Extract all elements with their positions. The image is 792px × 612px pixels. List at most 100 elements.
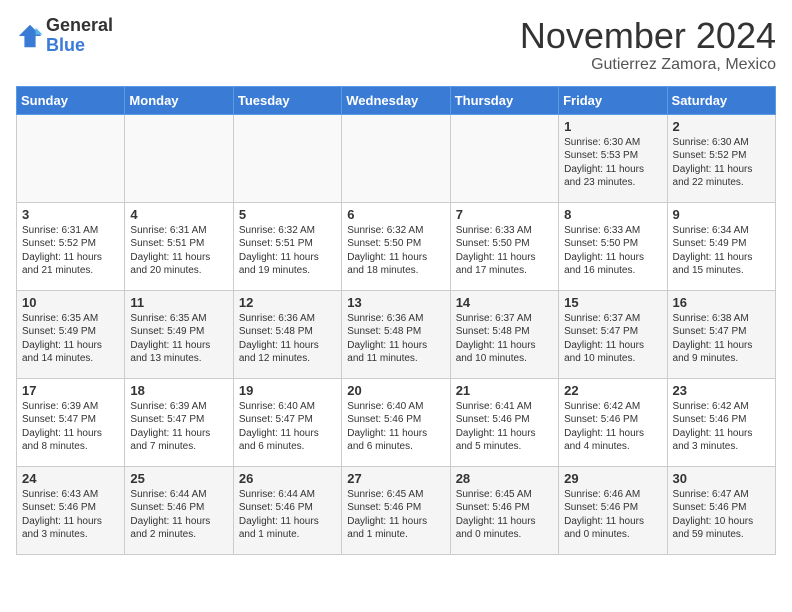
day-info: Sunrise: 6:44 AMSunset: 5:46 PMDaylight:… <box>130 488 227 542</box>
day-cell: 11Sunrise: 6:35 AMSunset: 5:49 PMDayligh… <box>125 290 233 378</box>
day-cell: 22 Sunrise: 6:42 AMSunset: 5:46 PMDayligh… <box>559 378 667 466</box>
header-cell-friday: Friday <box>559 86 667 114</box>
day-number: 16 <box>673 295 770 310</box>
day-info: Sunrise: 6:41 AMSunset: 5:46 PMDaylight:… <box>456 400 553 454</box>
day-info: Sunrise: 6:40 AMSunset: 5:47 PMDaylight:… <box>239 400 336 454</box>
day-number: 3 <box>22 207 119 222</box>
day-cell: 23 Sunrise: 6:42 AMSunset: 5:46 PMDayligh… <box>667 378 775 466</box>
day-number: 28 <box>456 471 553 486</box>
day-number: 22 <box>564 383 661 398</box>
day-number: 27 <box>347 471 444 486</box>
title-block: November 2024 Gutierrez Zamora, Mexico <box>520 16 776 74</box>
day-number: 1 <box>564 119 661 134</box>
day-info: Sunrise: 6:42 AMSunset: 5:46 PMDaylight:… <box>673 400 770 454</box>
day-info: Sunrise: 6:39 AMSunset: 5:47 PMDaylight:… <box>22 400 119 454</box>
day-info: Sunrise: 6:35 AMSunset: 5:49 PMDaylight:… <box>22 312 119 366</box>
header-cell-sunday: Sunday <box>17 86 125 114</box>
day-cell <box>125 114 233 202</box>
day-number: 9 <box>673 207 770 222</box>
week-row-3: 10 Sunrise: 6:35 AMSunset: 5:49 PMDayligh… <box>17 290 776 378</box>
day-info: Sunrise: 6:45 AMSunset: 5:46 PMDaylight:… <box>347 488 444 542</box>
day-number: 15 <box>564 295 661 310</box>
day-cell <box>450 114 558 202</box>
logo-general: General <box>46 16 113 36</box>
day-info: Sunrise: 6:47 AMSunset: 5:46 PMDaylight:… <box>673 488 770 542</box>
logo-icon <box>16 22 44 50</box>
page-header: General Blue November 2024 Gutierrez Zam… <box>16 16 776 74</box>
day-number: 4 <box>130 207 227 222</box>
day-info: Sunrise: 6:37 AMSunset: 5:48 PMDaylight:… <box>456 312 553 366</box>
day-number: 21 <box>456 383 553 398</box>
day-cell: 15 Sunrise: 6:37 AMSunset: 5:47 PMDayligh… <box>559 290 667 378</box>
day-cell: 17 Sunrise: 6:39 AMSunset: 5:47 PMDayligh… <box>17 378 125 466</box>
calendar-body: 1Sunrise: 6:30 AMSunset: 5:53 PMDaylight… <box>17 114 776 554</box>
day-number: 20 <box>347 383 444 398</box>
week-row-1: 1Sunrise: 6:30 AMSunset: 5:53 PMDaylight… <box>17 114 776 202</box>
day-info: Sunrise: 6:34 AMSunset: 5:49 PMDaylight:… <box>673 224 770 278</box>
calendar-header: SundayMondayTuesdayWednesdayThursdayFrid… <box>17 86 776 114</box>
day-cell: 10 Sunrise: 6:35 AMSunset: 5:49 PMDayligh… <box>17 290 125 378</box>
day-cell: 16 Sunrise: 6:38 AMSunset: 5:47 PMDayligh… <box>667 290 775 378</box>
day-number: 30 <box>673 471 770 486</box>
day-cell <box>342 114 450 202</box>
day-cell: 24 Sunrise: 6:43 AMSunset: 5:46 PMDayligh… <box>17 466 125 554</box>
logo: General Blue <box>16 16 113 56</box>
day-info: Sunrise: 6:42 AMSunset: 5:46 PMDaylight:… <box>564 400 661 454</box>
day-cell: 25 Sunrise: 6:44 AMSunset: 5:46 PMDayligh… <box>125 466 233 554</box>
day-info: Sunrise: 6:40 AMSunset: 5:46 PMDaylight:… <box>347 400 444 454</box>
day-cell: 20 Sunrise: 6:40 AMSunset: 5:46 PMDayligh… <box>342 378 450 466</box>
day-number: 23 <box>673 383 770 398</box>
day-cell: 7 Sunrise: 6:33 AMSunset: 5:50 PMDaylight… <box>450 202 558 290</box>
day-cell: 26Sunrise: 6:44 AMSunset: 5:46 PMDayligh… <box>233 466 341 554</box>
day-number: 5 <box>239 207 336 222</box>
day-info: Sunrise: 6:32 AMSunset: 5:51 PMDaylight:… <box>239 224 336 278</box>
day-number: 6 <box>347 207 444 222</box>
header-cell-thursday: Thursday <box>450 86 558 114</box>
day-number: 24 <box>22 471 119 486</box>
day-cell: 1Sunrise: 6:30 AMSunset: 5:53 PMDaylight… <box>559 114 667 202</box>
day-info: Sunrise: 6:39 AMSunset: 5:47 PMDaylight:… <box>130 400 227 454</box>
day-number: 25 <box>130 471 227 486</box>
day-number: 12 <box>239 295 336 310</box>
header-cell-tuesday: Tuesday <box>233 86 341 114</box>
day-number: 29 <box>564 471 661 486</box>
day-info: Sunrise: 6:33 AMSunset: 5:50 PMDaylight:… <box>564 224 661 278</box>
logo-blue: Blue <box>46 36 113 56</box>
header-row: SundayMondayTuesdayWednesdayThursdayFrid… <box>17 86 776 114</box>
day-info: Sunrise: 6:32 AMSunset: 5:50 PMDaylight:… <box>347 224 444 278</box>
location: Gutierrez Zamora, Mexico <box>520 56 776 74</box>
day-info: Sunrise: 6:45 AMSunset: 5:46 PMDaylight:… <box>456 488 553 542</box>
day-number: 13 <box>347 295 444 310</box>
day-cell <box>17 114 125 202</box>
header-cell-monday: Monday <box>125 86 233 114</box>
day-number: 10 <box>22 295 119 310</box>
day-cell: 19Sunrise: 6:40 AMSunset: 5:47 PMDayligh… <box>233 378 341 466</box>
day-number: 2 <box>673 119 770 134</box>
day-info: Sunrise: 6:46 AMSunset: 5:46 PMDaylight:… <box>564 488 661 542</box>
day-cell: 13 Sunrise: 6:36 AMSunset: 5:48 PMDayligh… <box>342 290 450 378</box>
day-number: 7 <box>456 207 553 222</box>
day-info: Sunrise: 6:37 AMSunset: 5:47 PMDaylight:… <box>564 312 661 366</box>
day-info: Sunrise: 6:43 AMSunset: 5:46 PMDaylight:… <box>22 488 119 542</box>
day-cell: 5 Sunrise: 6:32 AMSunset: 5:51 PMDaylight… <box>233 202 341 290</box>
header-cell-wednesday: Wednesday <box>342 86 450 114</box>
day-cell: 27 Sunrise: 6:45 AMSunset: 5:46 PMDayligh… <box>342 466 450 554</box>
day-cell: 29 Sunrise: 6:46 AMSunset: 5:46 PMDayligh… <box>559 466 667 554</box>
header-cell-saturday: Saturday <box>667 86 775 114</box>
day-cell: 28 Sunrise: 6:45 AMSunset: 5:46 PMDayligh… <box>450 466 558 554</box>
day-number: 8 <box>564 207 661 222</box>
day-cell <box>233 114 341 202</box>
day-info: Sunrise: 6:35 AMSunset: 5:49 PMDaylight:… <box>130 312 227 366</box>
day-info: Sunrise: 6:38 AMSunset: 5:47 PMDaylight:… <box>673 312 770 366</box>
week-row-5: 24 Sunrise: 6:43 AMSunset: 5:46 PMDayligh… <box>17 466 776 554</box>
day-info: Sunrise: 6:33 AMSunset: 5:50 PMDaylight:… <box>456 224 553 278</box>
day-info: Sunrise: 6:36 AMSunset: 5:48 PMDaylight:… <box>347 312 444 366</box>
day-cell: 2Sunrise: 6:30 AMSunset: 5:52 PMDaylight… <box>667 114 775 202</box>
day-number: 17 <box>22 383 119 398</box>
day-number: 14 <box>456 295 553 310</box>
day-cell: 21 Sunrise: 6:41 AMSunset: 5:46 PMDayligh… <box>450 378 558 466</box>
day-info: Sunrise: 6:31 AMSunset: 5:52 PMDaylight:… <box>22 224 119 278</box>
day-number: 18 <box>130 383 227 398</box>
day-cell: 6 Sunrise: 6:32 AMSunset: 5:50 PMDaylight… <box>342 202 450 290</box>
week-row-2: 3 Sunrise: 6:31 AMSunset: 5:52 PMDaylight… <box>17 202 776 290</box>
